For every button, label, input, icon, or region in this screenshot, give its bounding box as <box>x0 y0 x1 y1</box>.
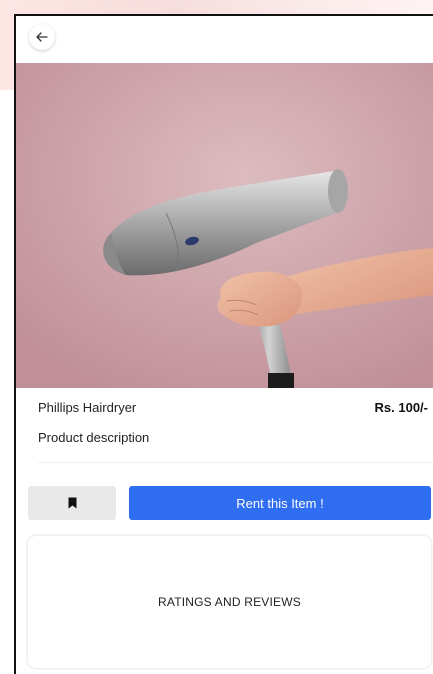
product-description: Product description <box>38 430 150 445</box>
product-detail-screen: Phillips Hairdryer Rs. 100/- Product des… <box>16 16 433 673</box>
bookmark-button[interactable] <box>28 486 116 520</box>
ratings-reviews-card[interactable]: RATINGS AND REVIEWS <box>28 536 431 668</box>
product-image <box>16 63 433 388</box>
bookmark-icon <box>68 497 76 509</box>
hairdryer-photo <box>16 63 433 388</box>
arrow-left-icon <box>36 32 48 42</box>
back-button[interactable] <box>29 24 55 50</box>
divider <box>38 462 433 463</box>
ratings-reviews-title: RATINGS AND REVIEWS <box>158 595 301 609</box>
rent-item-button[interactable]: Rent this Item ! <box>129 486 431 520</box>
product-price: Rs. 100/- <box>374 400 428 415</box>
product-name: Phillips Hairdryer <box>38 400 137 415</box>
